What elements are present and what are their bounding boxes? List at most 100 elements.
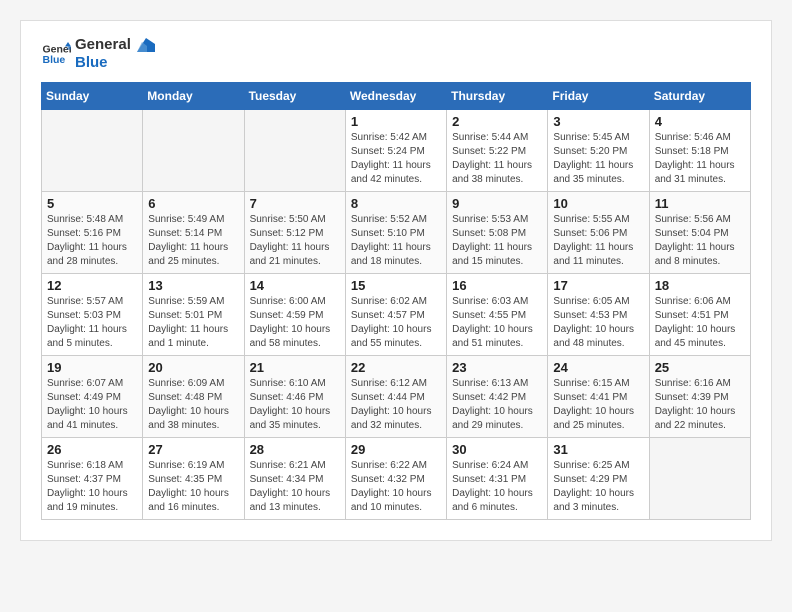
day-number: 24: [553, 360, 643, 375]
day-info: Sunrise: 6:13 AMSunset: 4:42 PMDaylight:…: [452, 377, 542, 433]
calendar-cell: 8 Sunrise: 5:52 AMSunset: 5:10 PMDaylight…: [345, 192, 446, 274]
calendar-cell: 30Sunrise: 6:24 AMSunset: 4:31 PMDayligh…: [447, 438, 548, 520]
calendar-cell: 2Sunrise: 5:44 AMSunset: 5:22 PMDaylight…: [447, 110, 548, 192]
day-number: 30: [452, 442, 542, 457]
day-number: 4: [655, 114, 745, 129]
day-info: Sunrise: 6:10 AMSunset: 4:46 PMDaylight:…: [250, 377, 340, 433]
day-info: Sunrise: 5:49 AMSunset: 5:14 PMDaylight:…: [148, 213, 238, 269]
calendar-cell: 26Sunrise: 6:18 AMSunset: 4:37 PMDayligh…: [42, 438, 143, 520]
weekday-header-monday: Monday: [143, 83, 244, 110]
calendar-cell: 16 Sunrise: 6:03 AMSunset: 4:55 PMDayligh…: [447, 274, 548, 356]
day-info: Sunrise: 6:19 AMSunset: 4:35 PMDaylight:…: [148, 459, 238, 515]
day-number: 19: [47, 360, 137, 375]
calendar-cell: 31 Sunrise: 6:25 AMSunset: 4:29 PMDayligh…: [548, 438, 649, 520]
day-number: 18: [655, 278, 745, 293]
calendar-cell: 27 Sunrise: 6:19 AMSunset: 4:35 PMDayligh…: [143, 438, 244, 520]
day-info: Sunrise: 6:15 AMSunset: 4:41 PMDaylight:…: [553, 377, 643, 433]
day-number: 17: [553, 278, 643, 293]
day-number: 31: [553, 442, 643, 457]
weekday-header-tuesday: Tuesday: [244, 83, 345, 110]
calendar-cell: 3 Sunrise: 5:45 AMSunset: 5:20 PMDaylight…: [548, 110, 649, 192]
calendar-cell: 19Sunrise: 6:07 AMSunset: 4:49 PMDayligh…: [42, 356, 143, 438]
calendar-week-3: 12 Sunrise: 5:57 AMSunset: 5:03 PMDayligh…: [42, 274, 751, 356]
calendar-cell: 28 Sunrise: 6:21 AMSunset: 4:34 PMDayligh…: [244, 438, 345, 520]
day-info: Sunrise: 5:53 AMSunset: 5:08 PMDaylight:…: [452, 213, 542, 269]
day-info: Sunrise: 6:16 AMSunset: 4:39 PMDaylight:…: [655, 377, 745, 433]
day-info: Sunrise: 5:44 AMSunset: 5:22 PMDaylight:…: [452, 131, 542, 187]
logo-icon: General Blue: [41, 39, 71, 69]
day-info: Sunrise: 5:46 AMSunset: 5:18 PMDaylight:…: [655, 131, 745, 187]
calendar-cell: [244, 110, 345, 192]
day-number: 26: [47, 442, 137, 457]
calendar-week-4: 19Sunrise: 6:07 AMSunset: 4:49 PMDayligh…: [42, 356, 751, 438]
calendar-cell: 11 Sunrise: 5:56 AMSunset: 5:04 PMDayligh…: [649, 192, 750, 274]
calendar-cell: 17 Sunrise: 6:05 AMSunset: 4:53 PMDayligh…: [548, 274, 649, 356]
day-info: Sunrise: 5:52 AMSunset: 5:10 PMDaylight:…: [351, 213, 441, 269]
weekday-header-saturday: Saturday: [649, 83, 750, 110]
day-number: 13: [148, 278, 238, 293]
calendar-cell: 9 Sunrise: 5:53 AMSunset: 5:08 PMDaylight…: [447, 192, 548, 274]
svg-text:Blue: Blue: [43, 54, 66, 66]
day-info: Sunrise: 6:02 AMSunset: 4:57 PMDaylight:…: [351, 295, 441, 351]
calendar-cell: 10 Sunrise: 5:55 AMSunset: 5:06 PMDayligh…: [548, 192, 649, 274]
day-info: Sunrise: 5:48 AMSunset: 5:16 PMDaylight:…: [47, 213, 137, 269]
day-number: 21: [250, 360, 340, 375]
day-number: 12: [47, 278, 137, 293]
calendar-table: SundayMondayTuesdayWednesdayThursdayFrid…: [41, 82, 751, 520]
day-number: 8: [351, 196, 441, 211]
day-number: 27: [148, 442, 238, 457]
logo-general: General: [75, 36, 155, 54]
calendar-week-2: 5 Sunrise: 5:48 AMSunset: 5:16 PMDaylight…: [42, 192, 751, 274]
calendar-cell: 12 Sunrise: 5:57 AMSunset: 5:03 PMDayligh…: [42, 274, 143, 356]
day-info: Sunrise: 6:00 AMSunset: 4:59 PMDaylight:…: [250, 295, 340, 351]
day-info: Sunrise: 6:03 AMSunset: 4:55 PMDaylight:…: [452, 295, 542, 351]
day-number: 6: [148, 196, 238, 211]
calendar-cell: 6 Sunrise: 5:49 AMSunset: 5:14 PMDaylight…: [143, 192, 244, 274]
day-number: 28: [250, 442, 340, 457]
calendar-cell: [649, 438, 750, 520]
day-number: 15: [351, 278, 441, 293]
calendar-cell: 14 Sunrise: 6:00 AMSunset: 4:59 PMDayligh…: [244, 274, 345, 356]
day-info: Sunrise: 5:57 AMSunset: 5:03 PMDaylight:…: [47, 295, 137, 351]
day-info: Sunrise: 5:55 AMSunset: 5:06 PMDaylight:…: [553, 213, 643, 269]
day-info: Sunrise: 5:59 AMSunset: 5:01 PMDaylight:…: [148, 295, 238, 351]
day-number: 20: [148, 360, 238, 375]
day-number: 10: [553, 196, 643, 211]
calendar-cell: 13 Sunrise: 5:59 AMSunset: 5:01 PMDayligh…: [143, 274, 244, 356]
calendar-cell: 4 Sunrise: 5:46 AMSunset: 5:18 PMDaylight…: [649, 110, 750, 192]
calendar-header-row: SundayMondayTuesdayWednesdayThursdayFrid…: [42, 83, 751, 110]
day-number: 9: [452, 196, 542, 211]
calendar-cell: 1Sunrise: 5:42 AMSunset: 5:24 PMDaylight…: [345, 110, 446, 192]
calendar-cell: 7Sunrise: 5:50 AMSunset: 5:12 PMDaylight…: [244, 192, 345, 274]
day-info: Sunrise: 5:42 AMSunset: 5:24 PMDaylight:…: [351, 131, 441, 187]
calendar-cell: [42, 110, 143, 192]
calendar-cell: 15 Sunrise: 6:02 AMSunset: 4:57 PMDayligh…: [345, 274, 446, 356]
logo-blue: Blue: [75, 54, 155, 72]
day-info: Sunrise: 5:56 AMSunset: 5:04 PMDaylight:…: [655, 213, 745, 269]
calendar-cell: 23 Sunrise: 6:13 AMSunset: 4:42 PMDayligh…: [447, 356, 548, 438]
day-info: Sunrise: 6:25 AMSunset: 4:29 PMDaylight:…: [553, 459, 643, 515]
day-info: Sunrise: 6:05 AMSunset: 4:53 PMDaylight:…: [553, 295, 643, 351]
day-info: Sunrise: 6:21 AMSunset: 4:34 PMDaylight:…: [250, 459, 340, 515]
calendar-cell: 25Sunrise: 6:16 AMSunset: 4:39 PMDayligh…: [649, 356, 750, 438]
day-info: Sunrise: 6:12 AMSunset: 4:44 PMDaylight:…: [351, 377, 441, 433]
day-number: 14: [250, 278, 340, 293]
day-number: 11: [655, 196, 745, 211]
day-info: Sunrise: 6:06 AMSunset: 4:51 PMDaylight:…: [655, 295, 745, 351]
calendar-cell: 5 Sunrise: 5:48 AMSunset: 5:16 PMDaylight…: [42, 192, 143, 274]
weekday-header-wednesday: Wednesday: [345, 83, 446, 110]
header: General Blue General Blue: [41, 36, 751, 72]
day-number: 22: [351, 360, 441, 375]
day-number: 3: [553, 114, 643, 129]
weekday-header-thursday: Thursday: [447, 83, 548, 110]
day-info: Sunrise: 5:45 AMSunset: 5:20 PMDaylight:…: [553, 131, 643, 187]
calendar-cell: 21 Sunrise: 6:10 AMSunset: 4:46 PMDayligh…: [244, 356, 345, 438]
logo-arrow-icon: [137, 38, 155, 52]
day-number: 16: [452, 278, 542, 293]
day-number: 5: [47, 196, 137, 211]
calendar-cell: 22 Sunrise: 6:12 AMSunset: 4:44 PMDayligh…: [345, 356, 446, 438]
day-info: Sunrise: 5:50 AMSunset: 5:12 PMDaylight:…: [250, 213, 340, 269]
day-number: 23: [452, 360, 542, 375]
logo: General Blue General Blue: [41, 36, 155, 72]
day-info: Sunrise: 6:22 AMSunset: 4:32 PMDaylight:…: [351, 459, 441, 515]
